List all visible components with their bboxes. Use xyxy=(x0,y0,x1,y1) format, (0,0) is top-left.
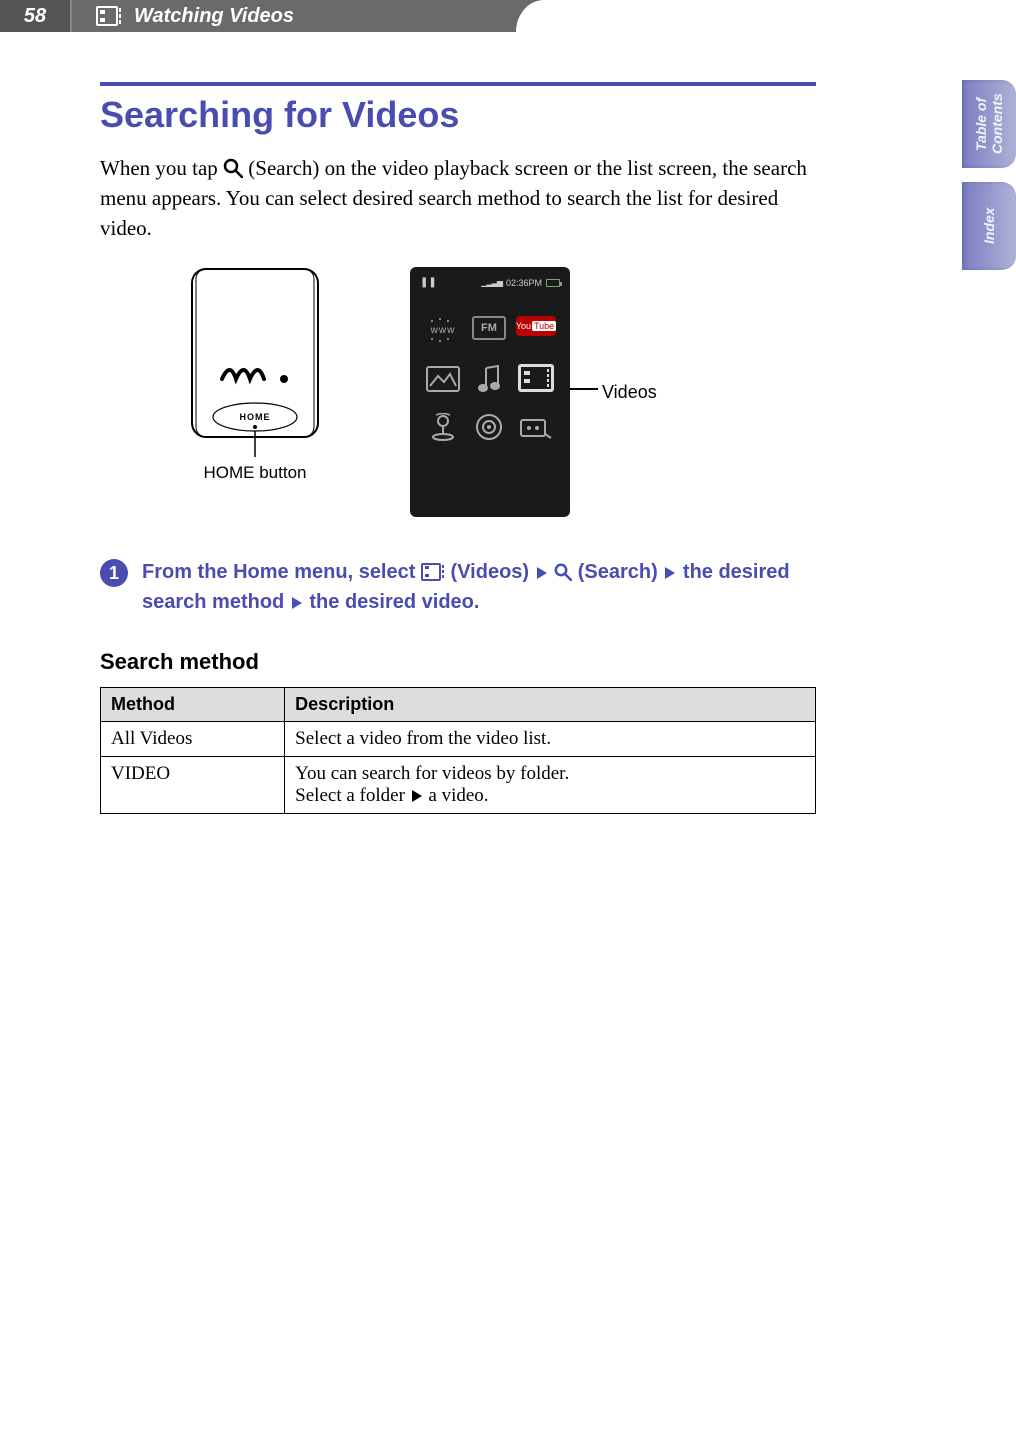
desc-line-a: You can search for videos by folder. xyxy=(295,763,569,784)
th-method: Method xyxy=(101,688,285,722)
clock-text: 02:36PM xyxy=(506,278,542,288)
signal-icon: ▁▂▃▅ xyxy=(481,278,502,287)
music-icon xyxy=(470,364,508,394)
callout-line xyxy=(568,388,598,390)
arrow-icon xyxy=(412,790,422,802)
intro-text-pre: When you tap xyxy=(100,156,223,180)
device-outline-figure: HOME HOME button xyxy=(160,267,350,483)
yt-text-a: You xyxy=(516,321,531,331)
podcast-icon xyxy=(424,412,462,442)
videos-callout-label: Videos xyxy=(602,382,657,403)
header-curve xyxy=(516,0,1016,32)
step-t2: (Videos) xyxy=(451,561,535,583)
search-method-heading: Search method xyxy=(100,649,816,675)
search-icon xyxy=(554,561,578,583)
step-t5: the desired video. xyxy=(309,591,479,613)
desc-cell: Select a video from the video list. xyxy=(285,722,816,757)
step-t1: From the Home menu, select xyxy=(142,561,421,583)
step-t3: (Search) xyxy=(578,561,664,583)
table-row: All Videos Select a video from the video… xyxy=(101,722,816,757)
search-method-table: Method Description All Videos Select a v… xyxy=(100,687,816,814)
videos-icon xyxy=(421,561,451,583)
pause-icon: ❚❚ xyxy=(420,277,437,288)
method-cell: All Videos xyxy=(101,722,285,757)
home-button-caption: HOME button xyxy=(160,463,350,483)
step-1: 1 From the Home menu, select (Videos) (S… xyxy=(100,557,816,617)
fm-radio-icon: FM xyxy=(472,316,506,340)
step-number-badge: 1 xyxy=(100,559,128,587)
battery-icon xyxy=(546,279,560,287)
home-app-grid: www FM YouTube xyxy=(416,296,564,442)
step-text: From the Home menu, select (Videos) (Sea… xyxy=(142,557,816,617)
device-screen: ❚❚ ▁▂▃▅ 02:36PM www FM YouTube xyxy=(410,267,570,517)
screen-figure: ❚❚ ▁▂▃▅ 02:36PM www FM YouTube xyxy=(410,267,657,517)
intro-paragraph: When you tap (Search) on the video playb… xyxy=(100,154,816,243)
photos-icon xyxy=(424,364,462,394)
desc-line-b-post: a video. xyxy=(428,785,488,806)
internet-icon: www xyxy=(424,316,462,346)
svg-text:HOME: HOME xyxy=(240,412,271,422)
yt-text-b: Tube xyxy=(532,321,556,331)
videos-app-icon xyxy=(518,364,554,392)
method-cell: VIDEO xyxy=(101,757,285,814)
status-right: ▁▂▃▅ 02:36PM xyxy=(481,278,560,288)
arrow-icon xyxy=(292,597,302,609)
noise-cancel-icon xyxy=(470,412,508,442)
page-header: 58 Watching Videos xyxy=(0,0,1016,32)
settings-icon xyxy=(517,412,555,442)
svg-text:www: www xyxy=(430,325,456,336)
page-title: Searching for Videos xyxy=(100,82,816,136)
arrow-icon xyxy=(665,567,675,579)
arrow-icon xyxy=(537,567,547,579)
section-title: Watching Videos xyxy=(134,5,294,28)
videos-icon xyxy=(96,6,122,26)
status-bar: ❚❚ ▁▂▃▅ 02:36PM xyxy=(416,277,564,296)
desc-line-b-pre: Select a folder xyxy=(295,785,409,806)
figures-row: HOME HOME button ❚❚ ▁▂▃▅ 02:36PM xyxy=(100,267,816,517)
search-icon xyxy=(223,156,248,180)
table-row: VIDEO You can search for videos by folde… xyxy=(101,757,816,814)
th-description: Description xyxy=(285,688,816,722)
page-number: 58 xyxy=(0,0,72,32)
desc-cell: You can search for videos by folder. Sel… xyxy=(285,757,816,814)
youtube-icon: YouTube xyxy=(516,316,556,336)
